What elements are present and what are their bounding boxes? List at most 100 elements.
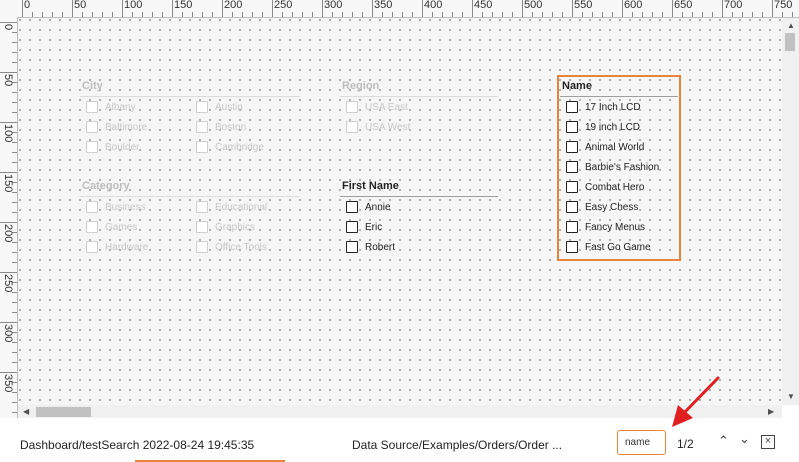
first-name-filter[interactable]: First Name Annie Eric Robert: [340, 180, 500, 260]
category-option[interactable]: Business: [86, 200, 146, 214]
ruler-tick: [722, 0, 723, 17]
ruler-tick: [582, 12, 583, 17]
city-option[interactable]: Austin: [196, 100, 243, 114]
checkbox[interactable]: [346, 201, 358, 213]
name-option[interactable]: Easy Chess: [566, 200, 638, 214]
checkbox[interactable]: [196, 101, 208, 113]
ruler-label: 200: [224, 0, 243, 11]
ruler-tick: [462, 12, 463, 17]
category-option[interactable]: Office Tools: [196, 240, 267, 254]
name-option[interactable]: Fast Go Game: [566, 240, 651, 254]
data-source-path[interactable]: Data Source/Examples/Orders/Order ...: [352, 438, 562, 452]
ruler-tick: [12, 262, 17, 263]
ruler-tick: [692, 12, 693, 17]
name-option[interactable]: 17 Inch LCD: [566, 100, 641, 114]
ruler-label: 0: [2, 24, 14, 31]
first-name-option[interactable]: Robert: [346, 240, 395, 254]
ruler-label: 50: [2, 74, 14, 87]
chevron-down-icon[interactable]: ⌄: [739, 431, 750, 447]
checkbox[interactable]: [86, 221, 98, 233]
city-option[interactable]: Cambridge: [196, 140, 264, 154]
match-count: 1/2: [677, 437, 694, 451]
name-option[interactable]: Barbie's Fashion: [566, 160, 659, 174]
vertical-scrollbar[interactable]: ▲ ▼: [782, 18, 799, 405]
region-option[interactable]: USA East: [346, 100, 408, 114]
checkbox[interactable]: [346, 241, 358, 253]
checkbox[interactable]: [86, 121, 98, 133]
ruler-label: 350: [2, 374, 14, 393]
category-filter[interactable]: Category Business Games Hardware Educati…: [80, 180, 310, 260]
vertical-scroll-thumb[interactable]: [785, 33, 795, 51]
region-filter[interactable]: Region USA East USA West: [340, 80, 500, 140]
city-filter[interactable]: City Albany Baltimore Boulder Austin Bos…: [80, 80, 310, 160]
checkbox[interactable]: [196, 141, 208, 153]
checkbox[interactable]: [196, 221, 208, 233]
category-option[interactable]: Graphics: [196, 220, 255, 234]
checkbox[interactable]: [566, 241, 578, 253]
ruler-tick: [352, 12, 353, 17]
first-name-option[interactable]: Eric: [346, 220, 382, 234]
checkbox[interactable]: [566, 181, 578, 193]
scroll-down-icon[interactable]: ▼: [787, 392, 795, 402]
ruler-tick: [622, 0, 623, 17]
ruler-label: 650: [674, 0, 693, 11]
ruler-tick: [552, 12, 553, 17]
category-option[interactable]: Games: [86, 220, 137, 234]
checkbox[interactable]: [196, 121, 208, 133]
checkbox[interactable]: [346, 221, 358, 233]
ruler-tick: [292, 12, 293, 17]
checkbox[interactable]: [346, 121, 358, 133]
ruler-tick: [452, 12, 453, 17]
chevron-up-icon[interactable]: ⌃: [718, 433, 729, 449]
checkbox[interactable]: [346, 101, 358, 113]
checkbox[interactable]: [566, 121, 578, 133]
ruler-tick: [0, 122, 17, 123]
name-option[interactable]: Combat Hero: [566, 180, 644, 194]
scroll-up-icon[interactable]: ▲: [787, 21, 795, 31]
ruler-label: 350: [374, 0, 393, 11]
checkbox[interactable]: [566, 101, 578, 113]
ruler-tick: [0, 222, 17, 223]
category-option[interactable]: Hardware: [86, 240, 148, 254]
ruler-tick: [572, 0, 573, 17]
ruler-tick: [742, 12, 743, 17]
scroll-left-icon[interactable]: ◀: [23, 407, 29, 417]
ruler-label: 550: [574, 0, 593, 11]
checkbox[interactable]: [566, 221, 578, 233]
ruler-label: 100: [124, 0, 143, 11]
first-name-option[interactable]: Annie: [346, 200, 391, 214]
ruler-label: 250: [274, 0, 293, 11]
ruler-tick: [752, 12, 753, 17]
checkbox[interactable]: [86, 241, 98, 253]
ruler-label: 750: [774, 0, 793, 11]
name-filter[interactable]: Name 17 Inch LCD 19 inch LCD Animal Worl…: [560, 80, 680, 260]
checkbox[interactable]: [86, 141, 98, 153]
ruler-tick: [412, 12, 413, 17]
region-option[interactable]: USA West: [346, 120, 410, 134]
checkbox[interactable]: [196, 201, 208, 213]
name-option[interactable]: Animal World: [566, 140, 644, 154]
checkbox[interactable]: [566, 161, 578, 173]
search-input[interactable]: [617, 430, 666, 455]
close-box-icon[interactable]: ×: [761, 435, 775, 449]
city-option[interactable]: Albany: [86, 100, 136, 114]
design-canvas[interactable]: City Albany Baltimore Boulder Austin Bos…: [18, 18, 782, 405]
city-option[interactable]: Boulder: [86, 140, 139, 154]
checkbox[interactable]: [566, 141, 578, 153]
checkbox[interactable]: [566, 201, 578, 213]
checkbox[interactable]: [86, 101, 98, 113]
horizontal-scroll-thumb[interactable]: [36, 407, 91, 417]
name-option[interactable]: 19 inch LCD: [566, 120, 640, 134]
city-option[interactable]: Boston: [196, 120, 246, 134]
checkbox[interactable]: [196, 241, 208, 253]
city-option[interactable]: Baltimore: [86, 120, 147, 134]
ruler-tick: [12, 32, 17, 33]
scroll-right-icon[interactable]: ▶: [768, 407, 774, 417]
ruler-tick: [0, 322, 17, 323]
category-option[interactable]: Educational: [196, 200, 267, 214]
name-option[interactable]: Fancy Menus: [566, 220, 645, 234]
ruler-tick: [312, 12, 313, 17]
horizontal-scrollbar[interactable]: ◀ ▶: [18, 405, 782, 418]
checkbox[interactable]: [86, 201, 98, 213]
ruler-tick: [442, 12, 443, 17]
